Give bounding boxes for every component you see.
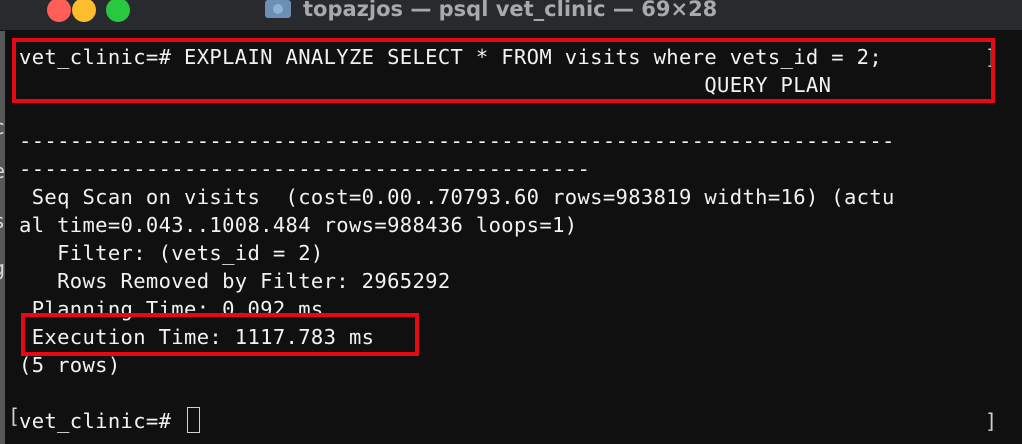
terminal-line: al time=0.043..1008.484 rows=988436 loop…: [19, 213, 578, 237]
window-title: topazjos — psql vet_clinic — 69×28: [303, 0, 718, 21]
close-window-button[interactable]: [47, 0, 71, 22]
terminal-line: Seq Scan on visits (cost=0.00..70793.60 …: [19, 185, 895, 209]
minimize-window-button[interactable]: [72, 0, 96, 22]
prompt-left-bracket-icon: [: [8, 404, 21, 428]
background-window-edge: c e s g: [0, 31, 5, 444]
terminal-line: Rows Removed by Filter: 2965292: [19, 269, 451, 293]
prompt-text: vet_clinic=#: [19, 409, 184, 433]
terminal-line: ----------------------------------------…: [19, 129, 895, 153]
window-titlebar: topazjos — psql vet_clinic — 69×28: [0, 0, 1022, 31]
query-highlight-box: [12, 38, 995, 103]
window-title-group: topazjos — psql vet_clinic — 69×28: [265, 0, 717, 24]
folder-icon: [265, 0, 291, 18]
text-cursor: [187, 407, 200, 433]
zoom-window-button[interactable]: [106, 0, 130, 22]
terminal-line: Filter: (vets_id = 2): [19, 241, 324, 265]
terminal-line: ----------------------------------------…: [19, 157, 591, 181]
terminal-prompt-line[interactable]: vet_clinic=#: [19, 407, 200, 435]
execution-time-highlight-box: [21, 313, 419, 356]
terminal-output[interactable]: c e s g vet_clinic=# EXPLAIN ANALYZE SEL…: [0, 31, 1022, 444]
prompt-right-bracket-icon: ]: [985, 409, 998, 433]
